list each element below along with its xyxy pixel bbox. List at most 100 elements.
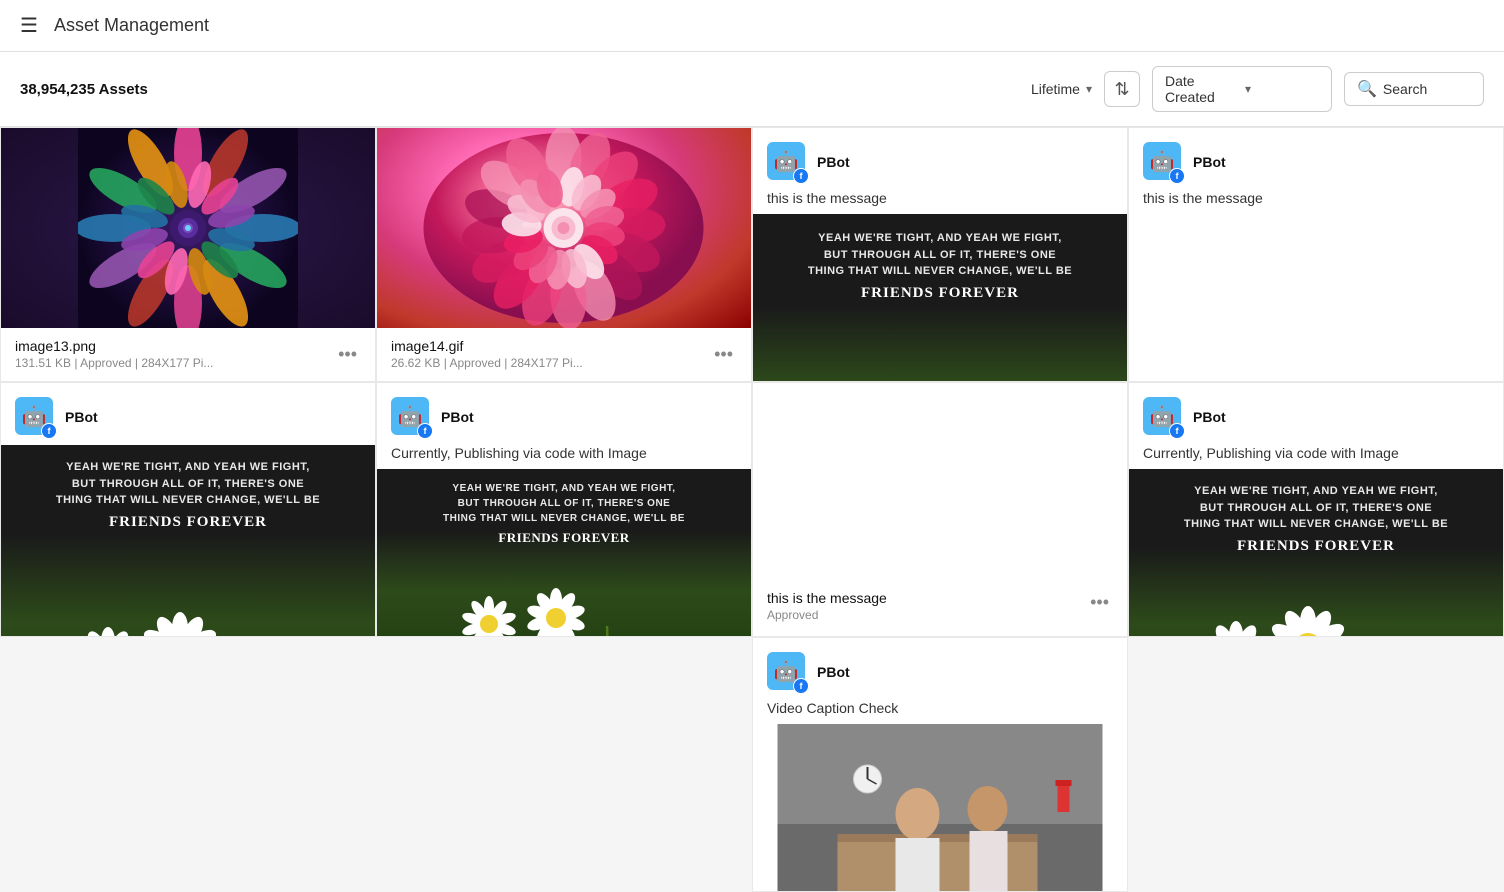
facebook-badge-icon: f — [793, 678, 809, 694]
friends-text-right: Yeah we're tight, and yeah we fight, but… — [1184, 483, 1448, 557]
card-meta-label: 131.51 KB | Approved | 284X177 Pi... — [15, 356, 326, 370]
date-filter-select[interactable]: Date Created ▾ — [1152, 66, 1332, 112]
more-options-button[interactable]: ••• — [334, 342, 361, 367]
friends-forever-tall: Yeah we're tight, and yeah we fight, but… — [1, 445, 375, 637]
filename-label: image13.png — [15, 338, 326, 354]
friends-line2-sm: but through all of it, there's one — [443, 496, 685, 511]
friends-forever-sm-image: Yeah we're tight, and yeah we fight, but… — [377, 469, 751, 637]
post-card-friends-lg: 🤖 f PBot this is the message Yeah we're … — [752, 127, 1128, 382]
asset-card-image14: image14.gif 26.62 KB | Approved | 284X17… — [376, 127, 752, 382]
friends-line1-r: Yeah we're tight, and yeah we fight, — [1184, 483, 1448, 500]
friends-text: Yeah we're tight, and yeah we fight, but… — [56, 459, 320, 533]
post-approved-inner: this is the message Approved ••• — [753, 383, 1127, 636]
friends-line3: thing that will never change, we'll be — [808, 263, 1072, 280]
post-message-text: this is the message — [1129, 190, 1503, 214]
post-card-video: 🤖 f PBot Video Caption Check — [752, 637, 1128, 892]
post-avatar: 🤖 f — [1143, 397, 1183, 437]
chevron-down-icon: ▾ — [1245, 82, 1319, 96]
friends-line2-r: but through all of it, there's one — [1184, 500, 1448, 517]
post-image-friends-sm: Yeah we're tight, and yeah we fight, but… — [377, 469, 751, 637]
hamburger-icon[interactable]: ☰ — [20, 13, 38, 38]
post-card-right-col: 🤖 f PBot Currently, Publishing via code … — [1128, 382, 1504, 637]
post-header: 🤖 f PBot — [1129, 383, 1503, 445]
post-author-name: PBot — [1193, 154, 1226, 170]
card-info: image13.png 131.51 KB | Approved | 284X1… — [15, 338, 326, 370]
post-avatar: 🤖 f — [15, 397, 55, 437]
asset-card-image13: image13.png 131.51 KB | Approved | 284X1… — [0, 127, 376, 382]
post-author-name: PBot — [65, 409, 98, 425]
friends-line1-sm: Yeah we're tight, and yeah we fight, — [443, 481, 685, 496]
toolbar: 38,954,235 Assets Lifetime ▾ ⇅ Date Crea… — [0, 52, 1504, 127]
video-thumbnail-svg — [753, 724, 1127, 892]
post-header: 🤖 f PBot — [753, 128, 1127, 190]
dahlia-svg — [377, 128, 751, 328]
card-info: image14.gif 26.62 KB | Approved | 284X17… — [391, 338, 702, 370]
post-avatar: 🤖 f — [767, 142, 807, 182]
post-image-friends: Yeah we're tight, and yeah we fight, but… — [1, 445, 375, 637]
post-avatar: 🤖 f — [767, 652, 807, 692]
card-image-abstract-flower — [1, 128, 375, 328]
post-image-video — [753, 724, 1127, 892]
card-footer-image13: image13.png 131.51 KB | Approved | 284X1… — [1, 328, 375, 380]
more-options-button[interactable]: ••• — [1086, 590, 1113, 615]
friends-line4: Friends Forever — [808, 282, 1072, 305]
post-card-text-only: 🤖 f PBot this is the message this is the… — [1128, 127, 1504, 382]
post-author-name: PBot — [1193, 409, 1226, 425]
asset-grid: image13.png 131.51 KB | Approved | 284X1… — [0, 127, 1504, 892]
friends-forever-image-lg: Yeah we're tight, and yeah we fight, but… — [753, 214, 1127, 382]
toolbar-right: Lifetime ▾ ⇅ Date Created ▾ 🔍 Search — [1031, 66, 1484, 112]
post-card-album: 🤖 f PBot Currently, Publishing via code … — [376, 382, 752, 637]
friends-line1: Yeah we're tight, and yeah we fight, — [808, 230, 1072, 247]
post-author-name: PBot — [441, 409, 474, 425]
card-footer-image14: image14.gif 26.62 KB | Approved | 284X17… — [377, 328, 751, 380]
daisy-svg-col1 — [1, 600, 375, 637]
facebook-badge-icon: f — [1169, 423, 1185, 439]
pink-dahlia-image — [377, 128, 751, 328]
post-message-text: Video Caption Check — [753, 700, 1127, 724]
flower-svg — [78, 128, 298, 328]
app-title: Asset Management — [54, 15, 209, 36]
chevron-down-icon: ▾ — [1086, 82, 1092, 96]
card-meta-label: 26.62 KB | Approved | 284X177 Pi... — [391, 356, 702, 370]
search-icon: 🔍 — [1357, 79, 1377, 99]
daisy-area-sm — [377, 584, 751, 637]
friends-line4: Friends Forever — [56, 511, 320, 534]
facebook-badge-icon: f — [793, 168, 809, 184]
facebook-badge-icon: f — [41, 423, 57, 439]
friends-line4-r: Friends Forever — [1184, 535, 1448, 558]
friends-line4-sm: Friends Forever — [443, 528, 685, 548]
post-header: 🤖 f PBot — [753, 638, 1127, 700]
friends-text: Yeah we're tight, and yeah we fight, but… — [808, 230, 1072, 304]
daisy-area-col1 — [1, 600, 375, 637]
lifetime-filter-button[interactable]: Lifetime ▾ — [1031, 81, 1092, 97]
post-footer: this is the message Approved ••• — [753, 576, 1127, 636]
post-footer: this is the message Approved ••• — [1129, 374, 1503, 382]
top-navigation: ☰ Asset Management — [0, 0, 1504, 52]
post-avatar: 🤖 f — [391, 397, 431, 437]
more-options-button[interactable]: ••• — [710, 342, 737, 367]
search-input-placeholder: Search — [1383, 81, 1427, 97]
daisy-area-right — [1129, 604, 1503, 637]
daisy-svg-sm — [377, 584, 751, 637]
sort-icon: ⇅ — [1114, 79, 1129, 100]
friends-line1: Yeah we're tight, and yeah we fight, — [56, 459, 320, 476]
post-header: 🤖 f PBot — [377, 383, 751, 445]
asset-count-label: 38,954,235 Assets — [20, 81, 1031, 98]
post-author-name: PBot — [817, 154, 850, 170]
filename-label: image14.gif — [391, 338, 702, 354]
post-header: 🤖 f PBot — [1129, 128, 1503, 190]
lifetime-label: Lifetime — [1031, 81, 1080, 97]
daisy-svg-right — [1129, 604, 1503, 637]
friends-line3-r: thing that will never change, we'll be — [1184, 516, 1448, 533]
friends-line2: but through all of it, there's one — [56, 476, 320, 493]
sort-button[interactable]: ⇅ — [1104, 71, 1140, 107]
facebook-badge-icon: f — [417, 423, 433, 439]
post-card-friends-col1: 🤖 f PBot Yeah we're tight, and yeah we f… — [0, 382, 376, 637]
search-box[interactable]: 🔍 Search — [1344, 72, 1484, 106]
post-header: 🤖 f PBot — [1, 383, 375, 445]
friends-text-sm: Yeah we're tight, and yeah we fight, but… — [443, 481, 685, 548]
card-image-dahlia — [377, 128, 751, 328]
post-card-approved-text: this is the message Approved ••• — [752, 382, 1128, 637]
video-thumbnail — [753, 724, 1127, 892]
post-image-friends: Yeah we're tight, and yeah we fight, but… — [753, 214, 1127, 382]
